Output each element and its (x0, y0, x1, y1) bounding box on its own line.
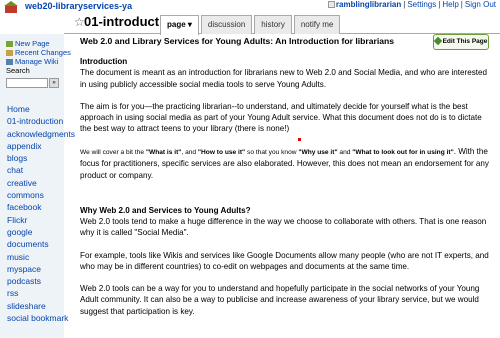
sign-out-link[interactable]: Sign Out (465, 0, 496, 9)
why-paragraph-2: For example, tools like Wikis and servic… (80, 250, 489, 271)
tab-notify-me[interactable]: notify me (293, 15, 341, 34)
why-paragraph-3: Web 2.0 tools can be a way for you to un… (80, 284, 480, 316)
sidebar-item-blogs[interactable]: blogs (7, 152, 64, 164)
sidebar-item-slideshare[interactable]: slideshare (7, 300, 64, 312)
page-header: ☆ 01-introduction page ▾ discussion hist… (64, 13, 500, 35)
intro-paragraph-3: We will cover a bit the "What is it", an… (80, 146, 489, 181)
document-title: Web 2.0 and Library Services for Young A… (80, 36, 395, 46)
top-bar: web20-libraryservices-ya ramblinglibrari… (0, 0, 500, 13)
pencil-icon (433, 37, 442, 46)
page-tabs: page ▾ discussion history notify me (160, 15, 342, 35)
wiki-name-link[interactable]: web20-libraryservices-ya (25, 1, 132, 11)
user-icon (327, 1, 335, 9)
recent-changes-icon (6, 50, 13, 57)
sidebar-item-podcasts[interactable]: podcasts (7, 275, 64, 287)
sidebar-item-google[interactable]: google (7, 226, 64, 238)
search-button[interactable]: » (49, 78, 59, 88)
intro-paragraph-1: The document is meant as an introduction… (80, 68, 488, 89)
sidebar-item-01-introduction[interactable]: 01-introduction (7, 115, 64, 127)
new-page-icon (6, 41, 13, 48)
sidebar-item-myspace[interactable]: myspace (7, 263, 64, 275)
sidebar-item-commons[interactable]: commons (7, 189, 64, 201)
tab-page[interactable]: page ▾ (160, 15, 199, 35)
intro-paragraph-2: The aim is for you—the practicing librar… (80, 101, 482, 134)
document-body: Introduction The document is meant as an… (80, 56, 492, 328)
intro-heading: Introduction (80, 57, 128, 66)
search-label: Search (6, 66, 30, 75)
sidebar: New Page Recent Changes Manage Wiki Sear… (0, 34, 75, 338)
settings-link[interactable]: Settings (407, 0, 436, 9)
user-menu: ramblinglibrarian | Settings | Help | Sign Out (327, 0, 496, 9)
wiki-logo-icon (4, 1, 18, 13)
manage-wiki-icon (6, 59, 13, 66)
username-link[interactable]: ramblinglibrarian (336, 0, 401, 9)
sidebar-item-rss[interactable]: rss (7, 287, 64, 299)
sidebar-item-social-bookmark[interactable]: social bookmark (7, 312, 68, 324)
sidebar-item-creative[interactable]: creative (7, 177, 64, 189)
tab-discussion[interactable]: discussion (200, 15, 253, 34)
sidebar-item-chat[interactable]: chat (7, 164, 64, 176)
sidebar-nav: Home 01-introduction acknowledgments app… (0, 103, 75, 324)
sidebar-item-flickr[interactable]: Flickr (7, 214, 64, 226)
sidebar-item-music[interactable]: music (7, 251, 64, 263)
edit-page-button[interactable]: Edit This Page (433, 34, 489, 50)
recent-changes-link[interactable]: Recent Changes (6, 48, 71, 57)
sidebar-tools: New Page Recent Changes Manage Wiki Sear… (0, 34, 71, 75)
search-row: » (6, 78, 64, 88)
sidebar-item-acknowledgments[interactable]: acknowledgments (7, 128, 75, 140)
sidebar-item-facebook[interactable]: facebook (7, 201, 64, 213)
why-paragraph-1: Web 2.0 tools tend to make a huge differ… (80, 216, 487, 238)
manage-wiki-link[interactable]: Manage Wiki (6, 57, 64, 66)
sidebar-item-home[interactable]: Home (7, 103, 64, 115)
tab-history[interactable]: history (254, 15, 292, 34)
why-heading: Why Web 2.0 and Services to Young Adults… (80, 205, 251, 215)
sidebar-item-appendix[interactable]: appendix (7, 140, 64, 152)
help-link[interactable]: Help (442, 0, 458, 9)
sidebar-item-documents[interactable]: documents (7, 238, 64, 250)
search-input[interactable] (6, 78, 48, 88)
new-page-link[interactable]: New Page (6, 39, 64, 48)
